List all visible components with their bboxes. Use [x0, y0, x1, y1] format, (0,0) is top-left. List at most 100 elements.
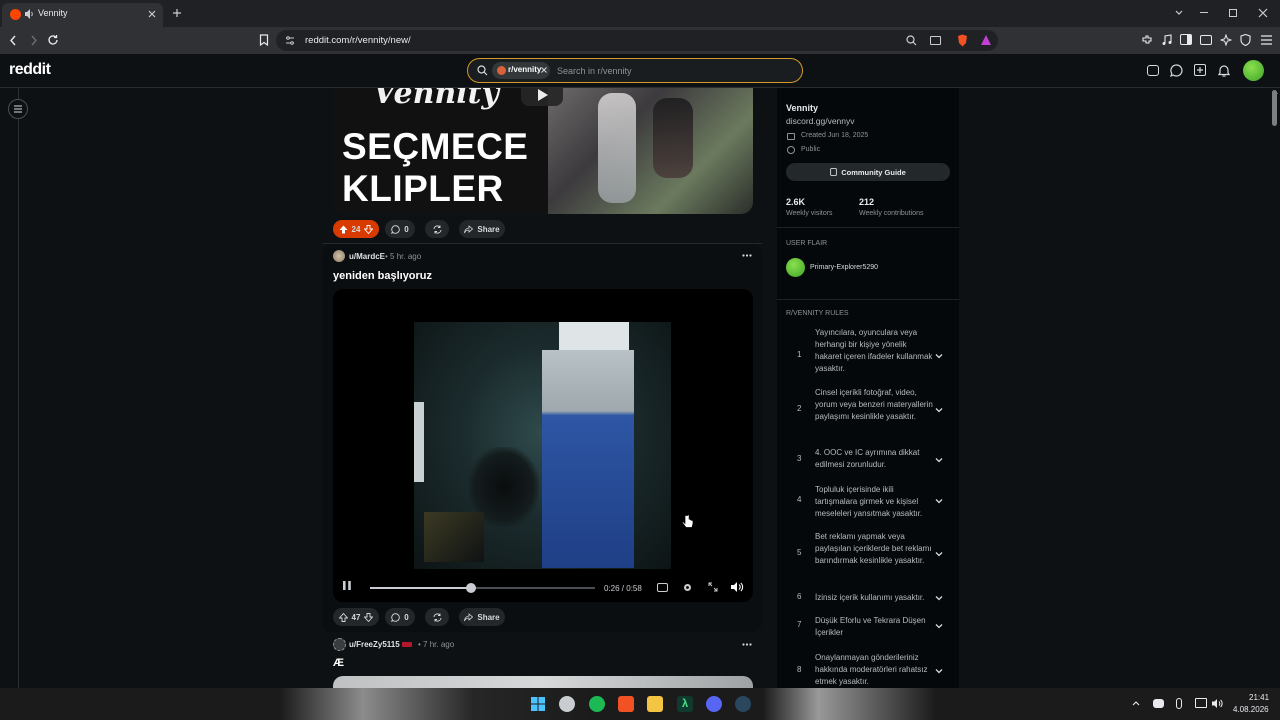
post-title[interactable]: yeniden başlıyoruz	[333, 270, 432, 282]
brave-browser-icon[interactable]	[618, 696, 634, 712]
flair-username[interactable]: Primary-Explorer5290	[810, 264, 878, 271]
discord-tray-icon[interactable]	[1153, 699, 1164, 708]
brave-shield-icon[interactable]	[957, 34, 968, 47]
comments-button[interactable]: 0	[385, 220, 415, 238]
file-explorer-icon[interactable]	[647, 696, 663, 712]
share-button[interactable]: Share	[459, 608, 505, 626]
post-card[interactable]: Vennity SEÇMECE KLIPLER 24 0 Share	[322, 88, 762, 244]
clock-time[interactable]: 21:41	[1249, 693, 1269, 702]
community-guide-button[interactable]: Community Guide	[786, 163, 950, 181]
share-button[interactable]: Share	[459, 220, 505, 238]
reload-icon[interactable]	[47, 34, 59, 46]
crosspost-button[interactable]	[425, 220, 449, 238]
back-icon[interactable]	[8, 35, 18, 46]
address-bar[interactable]: reddit.com/r/vennity/new/	[276, 30, 998, 51]
speaker-icon[interactable]	[25, 9, 34, 19]
page-scrollbar[interactable]	[1270, 88, 1280, 688]
advertise-icon[interactable]	[1147, 65, 1159, 76]
volume-icon[interactable]	[730, 581, 744, 593]
post-title[interactable]: Æ	[333, 657, 344, 669]
sidebar-toggle-icon[interactable]	[1180, 34, 1192, 45]
play-button[interactable]	[521, 88, 563, 106]
pause-icon[interactable]	[343, 581, 351, 590]
post-card[interactable]: u/MardcE • 5 hr. ago yeniden başlıyoruz …	[322, 244, 762, 632]
brave-rewards-icon[interactable]	[980, 34, 992, 46]
settings-gear-icon[interactable]	[682, 582, 693, 593]
rule-item[interactable]: 6 İzinsiz içerik kullanımı yasaktır.	[777, 590, 959, 604]
close-tab-icon[interactable]	[147, 9, 157, 19]
chevron-down-icon[interactable]	[935, 550, 943, 558]
fullscreen-icon[interactable]	[708, 582, 718, 592]
music-icon[interactable]	[1161, 34, 1173, 46]
vote-bar[interactable]: 47	[333, 608, 379, 626]
close-window-icon[interactable]	[1258, 8, 1268, 18]
rule-item[interactable]: 7 Düşük Eforlu ve Tekrara Düşen İçerikler	[777, 613, 959, 637]
rule-item[interactable]: 4 Topluluk içerisinde ikili tartışmalara …	[777, 482, 959, 518]
chevron-down-icon[interactable]	[935, 352, 943, 360]
minimize-window-icon[interactable]	[1200, 12, 1208, 13]
rule-item[interactable]: 1 Yayıncılara, oyunculara veya herhangi b…	[777, 325, 959, 385]
microphone-icon[interactable]	[1176, 698, 1182, 709]
search-bar[interactable]: r/vennity Search in r/vennity	[467, 58, 803, 83]
community-link[interactable]: discord.gg/vennyv	[786, 116, 855, 126]
upvote-icon[interactable]	[338, 612, 348, 622]
leo-ai-icon[interactable]	[1220, 34, 1232, 46]
reddit-logo[interactable]: reddit	[9, 61, 51, 79]
rule-item[interactable]: 5 Bet reklamı yapmak veya paylaşılan içer…	[777, 529, 959, 577]
volume-tray-icon[interactable]	[1211, 698, 1223, 709]
site-info-icon[interactable]	[285, 36, 295, 45]
show-hidden-icons-chevron-icon[interactable]	[1132, 700, 1140, 706]
discord-icon[interactable]	[706, 696, 722, 712]
author-avatar[interactable]	[333, 250, 345, 262]
display-icon[interactable]	[1195, 698, 1207, 708]
terminal-icon[interactable]: λ	[677, 696, 693, 712]
search-taskbar-icon[interactable]	[559, 696, 575, 712]
clock-date[interactable]: 4.08.2026	[1233, 705, 1269, 714]
video-seek-bar[interactable]	[370, 583, 595, 593]
chevron-down-icon[interactable]	[935, 497, 943, 505]
downvote-icon[interactable]	[364, 224, 374, 234]
cast-icon[interactable]	[930, 36, 941, 45]
tab-list-chevron-icon[interactable]	[1175, 9, 1183, 17]
downvote-icon[interactable]	[364, 612, 374, 622]
start-windows-icon[interactable]	[530, 696, 546, 712]
browser-tab[interactable]: Vennity	[2, 3, 163, 27]
post-overflow-menu-icon[interactable]	[742, 254, 752, 257]
chevron-down-icon[interactable]	[935, 622, 943, 630]
video-seek-handle[interactable]	[466, 583, 477, 593]
rule-item[interactable]: 2 Cinsel içerikli fotoğraf, video, yorum …	[777, 385, 959, 433]
comments-button[interactable]: 0	[385, 608, 415, 626]
spotify-icon[interactable]	[589, 696, 605, 712]
post-overflow-menu-icon[interactable]	[742, 643, 752, 646]
post-author[interactable]: u/MardcE	[349, 252, 385, 261]
chevron-down-icon[interactable]	[935, 456, 943, 464]
expand-navigation-icon[interactable]	[8, 99, 28, 119]
crosspost-button[interactable]	[425, 608, 449, 626]
rule-item[interactable]: 3 4. OOC ve IC ayrımına dikkat edilmesi z…	[777, 445, 959, 473]
captions-icon[interactable]	[657, 583, 668, 592]
chevron-down-icon[interactable]	[935, 406, 943, 414]
extensions-icon[interactable]	[1141, 34, 1153, 46]
remove-chip-icon[interactable]	[541, 67, 547, 73]
vpn-icon[interactable]	[1240, 34, 1251, 46]
menu-icon[interactable]	[1261, 35, 1272, 45]
subreddit-chip[interactable]: r/vennity	[492, 62, 550, 79]
bookmark-icon[interactable]	[259, 34, 269, 46]
chevron-down-icon[interactable]	[935, 667, 943, 675]
video-player[interactable]: 0:26 / 0:58	[333, 289, 753, 602]
wallet-icon[interactable]	[1200, 35, 1212, 45]
notifications-icon[interactable]	[1218, 64, 1230, 77]
forward-icon[interactable]	[29, 35, 39, 46]
post-thumbnail[interactable]: Vennity SEÇMECE KLIPLER	[333, 88, 753, 214]
steam-icon[interactable]	[735, 696, 751, 712]
chat-icon[interactable]	[1170, 64, 1183, 77]
post-author[interactable]: u/FreeZy5115	[349, 640, 400, 649]
rule-item[interactable]: 8 Onaylanmayan gönderileriniz hakkında mo…	[777, 650, 959, 688]
new-tab-icon[interactable]	[172, 8, 182, 18]
post-card[interactable]: u/FreeZy5115 • 7 hr. ago Æ	[322, 632, 762, 688]
maximize-window-icon[interactable]	[1229, 9, 1237, 17]
vote-bar[interactable]: 24	[333, 220, 379, 238]
zoom-icon[interactable]	[906, 35, 917, 46]
chevron-down-icon[interactable]	[935, 594, 943, 602]
post-media-preview[interactable]	[333, 676, 753, 688]
